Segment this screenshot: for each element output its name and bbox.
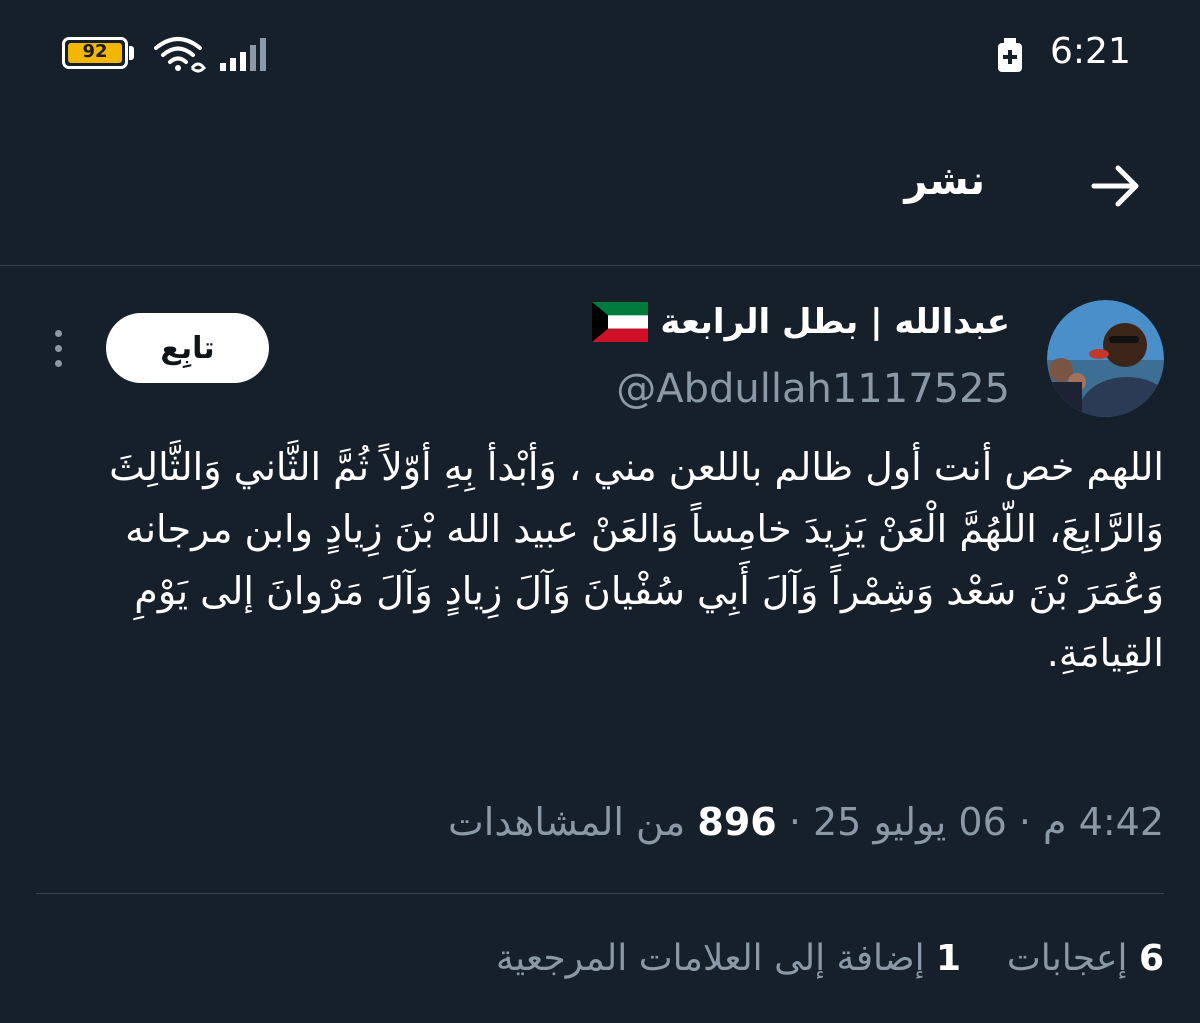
bookmarks-stat[interactable]: 1 إضافة إلى العلامات المرجعية (496, 938, 961, 979)
tweet-date[interactable]: 06 يوليو 25 (813, 800, 1007, 844)
status-bar: 92 6:21 (0, 0, 1200, 110)
tweet-time[interactable]: 4:42 م (1043, 800, 1164, 844)
clock: 6:21 (1050, 31, 1131, 72)
back-arrow-icon[interactable] (1090, 162, 1142, 210)
likes-label: إعجابات (1006, 938, 1128, 979)
meta-separator: · (788, 800, 801, 844)
views-count: 896 (697, 800, 777, 844)
views-label: من المشاهدات (448, 800, 686, 844)
more-options-icon[interactable] (46, 328, 70, 370)
avatar[interactable] (1047, 300, 1164, 417)
kuwait-flag-emoji (592, 302, 649, 342)
battery-icon: 92 (62, 37, 128, 69)
page-header: نشر (0, 110, 1200, 266)
divider (36, 893, 1164, 894)
tweet-meta: 4:42 م · 06 يوليو 25 · 896 من المشاهدات (448, 800, 1164, 844)
tweet-text: اللهم خص أنت أول ظالم باللعن مني ، وَأبْ… (109, 445, 1164, 675)
bookmarks-label: إضافة إلى العلامات المرجعية (495, 938, 925, 979)
meta-separator: · (1018, 800, 1031, 844)
bookmarks-count: 1 (936, 938, 962, 979)
author-row: عبدالله | بطل الرابعة (592, 302, 1010, 342)
page-title: نشر (904, 158, 985, 204)
user-handle[interactable]: @Abdullah1117525 (616, 366, 1010, 412)
wifi-icon (154, 37, 206, 73)
battery-level: 92 (82, 41, 108, 62)
engagement-stats: 6 إعجابات 1 إضافة إلى العلامات المرجعية (496, 938, 1164, 979)
charging-icon (998, 38, 1022, 72)
likes-stat[interactable]: 6 إعجابات (995, 938, 1164, 979)
likes-count: 6 (1138, 938, 1164, 979)
display-name[interactable]: عبدالله | بطل الرابعة (660, 302, 1010, 342)
follow-button[interactable]: تابِع (106, 313, 269, 383)
signal-icon (220, 38, 266, 71)
